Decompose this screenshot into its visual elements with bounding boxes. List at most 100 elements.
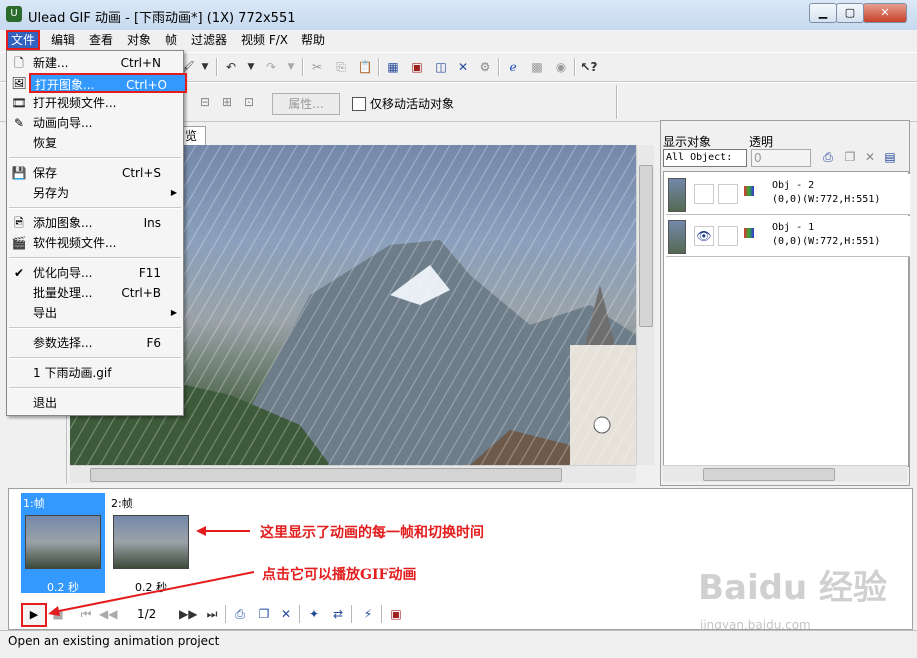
show-objects-label: 显示对象: [663, 135, 712, 149]
scroll-thumb[interactable]: [90, 468, 562, 482]
move-active-only-checkbox[interactable]: [352, 97, 366, 111]
lock-toggle[interactable]: [718, 184, 738, 204]
new-doc-icon: 🗋: [14, 56, 24, 70]
menu-frame[interactable]: 帧: [162, 32, 180, 48]
menu-item-animation-wizard[interactable]: ✎ 动画向导...: [7, 113, 183, 133]
object-list: Obj - 2 (0,0)(W:772,H:551) 👁 Obj - 1 (0,…: [663, 171, 910, 467]
menu-item-add-image[interactable]: 🖻 添加图象... Ins: [7, 213, 183, 233]
transform-icon[interactable]: ✕: [454, 58, 472, 76]
close-button[interactable]: ✕: [863, 3, 907, 23]
resize-icon[interactable]: ◫: [432, 58, 450, 76]
play-annotation: 点击它可以播放GIF动画: [262, 567, 417, 583]
align-right-icon[interactable]: ⊡: [240, 93, 258, 111]
delete-frame-icon[interactable]: ✕: [277, 605, 295, 623]
menu-item-open-image[interactable]: 打开图象... Ctrl+O: [29, 73, 187, 93]
menu-item-export[interactable]: 导出 ▶: [7, 303, 183, 323]
menu-object[interactable]: 对象: [124, 32, 154, 48]
menu-edit[interactable]: 编辑: [48, 32, 78, 48]
chevron-down-icon[interactable]: ▼: [282, 58, 300, 76]
menu-item-batch[interactable]: 批量处理... Ctrl+B: [7, 283, 183, 303]
submenu-arrow-icon: ▶: [170, 188, 177, 197]
object-list-scrollbar[interactable]: [663, 465, 907, 482]
menu-item-save-as[interactable]: 另存为 ▶: [7, 183, 183, 203]
color-palette-icon: [744, 186, 754, 196]
object-row[interactable]: 👁 Obj - 1 (0,0)(W:772,H:551): [666, 216, 910, 257]
redo-icon[interactable]: ↷: [262, 58, 280, 76]
canvas-vertical-scrollbar[interactable]: [636, 145, 654, 465]
show-objects-select[interactable]: All Object:: [663, 149, 747, 167]
toolbar-separator: [378, 58, 380, 76]
menu-item-preferences[interactable]: 参数选择... F6: [7, 333, 183, 353]
align-left-icon[interactable]: ⊟: [196, 93, 214, 111]
eye-icon[interactable]: 👁: [694, 226, 714, 246]
status-bar: Open an existing animation project: [0, 630, 917, 653]
lock-toggle[interactable]: [718, 226, 738, 246]
crop-icon[interactable]: ▦: [384, 58, 402, 76]
menu-item-open-video[interactable]: 🎞 打开视频文件...: [7, 93, 183, 113]
reverse-frames-icon[interactable]: ⇄: [329, 605, 347, 623]
frame-label: 2:帧: [111, 497, 133, 510]
object-name: Obj - 1: [772, 222, 815, 233]
open-image-icon: 🖼: [11, 76, 27, 90]
menu-video-fx[interactable]: 视频 F/X: [238, 32, 291, 48]
frame-label: 1:帧: [23, 497, 45, 510]
save-icon: 💾: [11, 166, 27, 180]
frame-properties-icon[interactable]: ⚡: [359, 605, 377, 623]
minimize-button[interactable]: ▁: [809, 3, 837, 23]
object-name: Obj - 2: [772, 180, 815, 191]
browser-preview-icon[interactable]: ℯ: [504, 58, 522, 76]
properties-button[interactable]: 属性...: [272, 93, 340, 115]
scroll-thumb[interactable]: [639, 165, 653, 327]
frames-annotation: 这里显示了动画的每一帧和切换时间: [260, 525, 484, 541]
menu-item-exit[interactable]: 退出: [7, 393, 183, 413]
chevron-down-icon[interactable]: ▼: [196, 58, 214, 76]
help-pointer-icon[interactable]: ↖?: [580, 58, 598, 76]
menu-item-add-video[interactable]: 🎬 软件视频文件...: [7, 233, 183, 253]
optimize-tool-icon[interactable]: ◉: [552, 58, 570, 76]
menu-item-save[interactable]: 💾 保存 Ctrl+S: [7, 163, 183, 183]
open-video-icon: 🎞: [11, 96, 27, 110]
duplicate-object-icon[interactable]: ❐: [841, 148, 859, 166]
paste-icon[interactable]: 📋: [356, 58, 374, 76]
canvas-horizontal-scrollbar[interactable]: [70, 465, 636, 483]
grid-icon[interactable]: ▩: [528, 58, 546, 76]
transparency-input[interactable]: 0: [751, 149, 811, 167]
maximize-button[interactable]: ▢: [836, 3, 864, 23]
add-video-icon: 🎬: [11, 236, 27, 250]
menu-item-recent-file[interactable]: 1 下雨动画.gif: [7, 363, 183, 383]
delete-object-icon[interactable]: ✕: [861, 148, 879, 166]
toolbar-separator: [574, 58, 576, 76]
toolbar-separator: [381, 605, 383, 623]
menu-file[interactable]: 文件: [6, 30, 41, 50]
object-row[interactable]: Obj - 2 (0,0)(W:772,H:551): [666, 174, 910, 215]
menu-filter[interactable]: 过滤器: [188, 32, 230, 48]
object-properties-icon[interactable]: ▤: [881, 148, 899, 166]
frame-edit-icon[interactable]: ▣: [408, 58, 426, 76]
annotation-arrows: [48, 526, 255, 616]
status-text: Open an existing animation project: [8, 634, 220, 648]
menu-separator: [9, 357, 181, 359]
toolbar-separator: [351, 605, 353, 623]
menu-item-revert[interactable]: 恢复: [7, 133, 183, 153]
chevron-down-icon[interactable]: ▼: [242, 58, 260, 76]
frame-panel-options-icon[interactable]: ▣: [387, 605, 405, 623]
new-object-icon[interactable]: ⎙: [819, 148, 837, 166]
copy-icon[interactable]: ⎘: [332, 58, 350, 76]
toolbar-separator: [216, 58, 218, 76]
cut-icon[interactable]: ✂: [308, 58, 326, 76]
menu-item-optimize-wizard[interactable]: ✔ 优化向导... F11: [7, 263, 183, 283]
play-arrow-line: [53, 571, 255, 613]
tool-icon[interactable]: ⚙: [476, 58, 494, 76]
menu-help[interactable]: 帮助: [298, 32, 328, 48]
object-info: (0,0)(W:772,H:551): [772, 194, 881, 205]
menu-view[interactable]: 查看: [86, 32, 116, 48]
tween-icon[interactable]: ✦: [305, 605, 323, 623]
play-arrowhead: [48, 606, 60, 616]
visibility-toggle[interactable]: [694, 184, 714, 204]
menu-separator: [9, 327, 181, 329]
scroll-thumb[interactable]: [703, 468, 835, 481]
menu-separator: [9, 387, 181, 389]
align-center-icon[interactable]: ⊞: [218, 93, 236, 111]
undo-icon[interactable]: ↶: [222, 58, 240, 76]
menu-item-new[interactable]: 🗋 新建... Ctrl+N: [7, 53, 183, 73]
